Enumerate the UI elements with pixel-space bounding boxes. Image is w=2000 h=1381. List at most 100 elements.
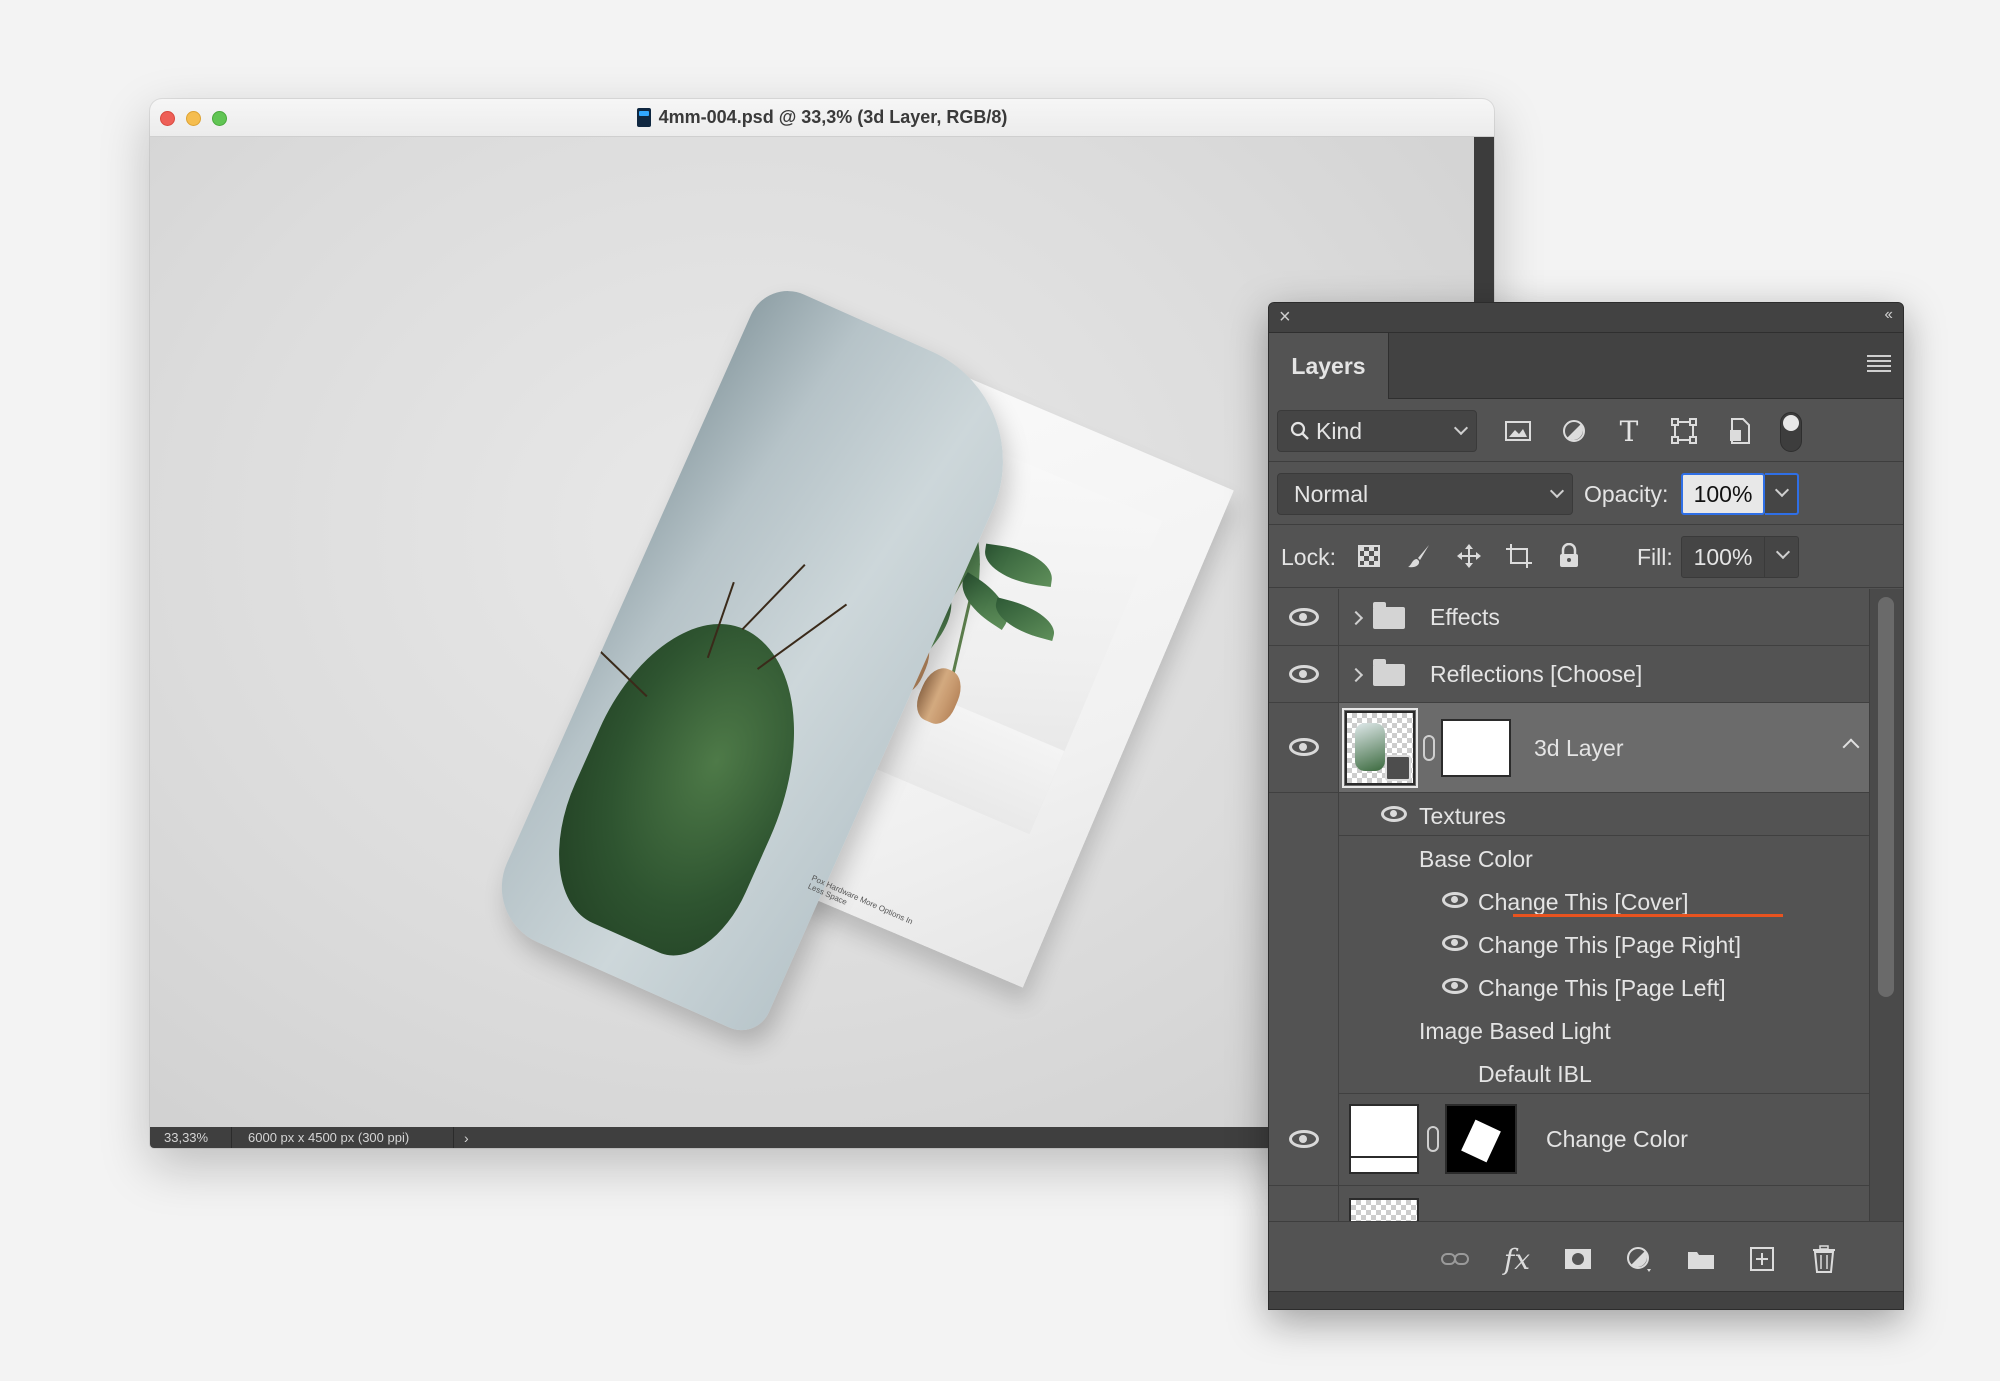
window-close-button[interactable] [160,111,175,126]
chain-link-icon[interactable] [1423,735,1435,761]
trash-icon[interactable] [1806,1242,1842,1276]
add-mask-icon[interactable] [1560,1242,1596,1276]
sub-visibility-column [1269,793,1339,1094]
link-layers-icon[interactable] [1437,1242,1473,1276]
layer-name: Change Color [1546,1126,1688,1152]
lock-image-pixels-brush-icon[interactable] [1403,540,1435,572]
layer-group-reflections[interactable]: Reflections [Choose] [1269,646,1869,703]
tab-layers[interactable]: Layers [1269,333,1389,399]
layer-name: Effects [1430,604,1500,630]
layer-group-effects[interactable]: Effects [1269,589,1869,646]
blend-mode-value: Normal [1294,480,1369,507]
cactus-spine [756,603,848,670]
filter-kind-label: Kind [1316,417,1363,444]
document-title-group: 4mm-004.psd @ 33,3% (3d Layer, RGB/8) [636,107,1008,128]
fx-icon[interactable]: fx [1499,1242,1535,1276]
thumbnail-preview [1355,723,1385,771]
window-zoom-button[interactable] [212,111,227,126]
layer-thumbnail [1349,1198,1419,1221]
status-menu-arrow[interactable]: › [454,1130,469,1146]
layer-list-scrollbar[interactable] [1869,589,1903,1221]
eye-icon[interactable] [1442,892,1468,908]
eye-icon[interactable] [1289,738,1319,756]
lock-position-move-icon[interactable] [1453,540,1485,572]
layer-name: Change This [Page Left] [1478,975,1726,1001]
sublayer-base-color[interactable]: Base Color [1339,836,1869,879]
layer-name: Default IBL [1478,1061,1592,1087]
sublayer-default-ibl[interactable]: Default IBL [1339,1051,1869,1094]
adjustment-thumbnail [1349,1104,1419,1174]
visibility-cell [1269,1186,1339,1221]
window-minimize-button[interactable] [186,111,201,126]
eye-icon[interactable] [1289,608,1319,626]
photoshop-file-icon [636,108,651,127]
document-title: 4mm-004.psd @ 33,3% (3d Layer, RGB/8) [658,107,1008,127]
panel-resize-grip[interactable] [1269,1291,1903,1309]
layer-3d-selected[interactable]: 3d Layer [1269,703,1869,793]
sublayer-page-left[interactable]: Change This [Page Left] [1339,965,1869,1008]
chain-link-icon[interactable] [1427,1126,1439,1152]
adjustment-filter-icon[interactable] [1559,416,1589,446]
sublayer-image-based-light[interactable]: Image Based Light [1339,1008,1869,1051]
opacity-dropdown-button[interactable] [1765,473,1799,515]
fill-dropdown-button[interactable] [1765,536,1799,578]
document-dimensions: 6000 px x 4500 px (300 ppi) [232,1127,454,1148]
layer-change-color[interactable]: Change Color [1269,1094,1869,1186]
lock-artboard-icon[interactable] [1503,540,1535,572]
sublayer-cover[interactable]: Change This [Cover] [1339,879,1869,922]
panel-header: × ‹‹ [1269,303,1903,333]
plant-leaf [981,543,1056,588]
layer-mask-thumbnail[interactable] [1441,719,1511,777]
layer-name: Image Based Light [1419,1018,1611,1044]
sublayer-textures[interactable]: Textures [1339,793,1869,836]
highlight-underline [1513,914,1783,917]
smart-object-filter-icon[interactable] [1725,416,1755,446]
collapse-icon[interactable]: ‹‹ [1884,306,1893,324]
new-layer-icon[interactable] [1744,1242,1780,1276]
visibility-cell [1269,646,1339,702]
layers-panel: × ‹‹ Layers Kind T Normal Opacity: 100% … [1268,302,1904,1310]
blend-mode-select[interactable]: Normal [1277,473,1573,515]
type-filter-icon[interactable]: T [1614,415,1644,448]
opacity-input[interactable]: 100% [1681,473,1765,515]
layer-list: Effects Reflections [Choose] 3d Layer Te… [1269,589,1903,1221]
eye-icon[interactable] [1289,1130,1319,1148]
layer-partial-row[interactable] [1269,1186,1869,1221]
cactus-spine [741,564,806,631]
lock-transparent-pixels-icon[interactable] [1353,540,1385,572]
chevron-right-icon[interactable] [1348,610,1364,626]
close-icon[interactable]: × [1279,306,1291,329]
folder-icon [1373,659,1405,686]
lock-row: Lock: Fill: 100% [1269,526,1903,588]
image-filter-icon[interactable] [1503,416,1533,446]
shape-filter-icon[interactable] [1669,416,1699,446]
lock-all-icon[interactable] [1553,540,1585,572]
filter-toggle-switch[interactable] [1780,412,1802,452]
eye-icon[interactable] [1442,978,1468,994]
opacity-label: Opacity: [1584,481,1669,507]
layer-name: Textures [1419,803,1506,829]
new-adjustment-layer-icon[interactable] [1621,1242,1657,1276]
3d-cube-icon [1385,755,1411,781]
cactus-image [526,591,844,975]
layer-name: Base Color [1419,846,1533,872]
panel-menu-icon[interactable] [1867,355,1891,373]
filter-kind-select[interactable]: Kind [1277,410,1477,452]
zoom-level[interactable]: 33,33% [150,1127,232,1148]
layer-name: Change This [Page Right] [1478,932,1741,958]
visibility-cell [1269,1094,1339,1185]
new-group-folder-icon[interactable] [1683,1242,1719,1276]
fill-input[interactable]: 100% [1681,536,1765,578]
blend-row: Normal Opacity: 100% [1269,463,1903,525]
chevron-right-icon[interactable] [1348,667,1364,683]
sublayer-page-right[interactable]: Change This [Page Right] [1339,922,1869,965]
chevron-up-icon[interactable] [1842,738,1860,756]
layer-name: 3d Layer [1534,735,1624,761]
visibility-cell [1269,703,1339,792]
scrollbar-thumb[interactable] [1878,597,1894,997]
document-titlebar[interactable]: 4mm-004.psd @ 33,3% (3d Layer, RGB/8) [150,99,1494,137]
eye-icon[interactable] [1289,665,1319,683]
layer-mask-thumbnail[interactable] [1445,1104,1517,1174]
eye-icon[interactable] [1442,935,1468,951]
eye-icon[interactable] [1381,806,1407,822]
